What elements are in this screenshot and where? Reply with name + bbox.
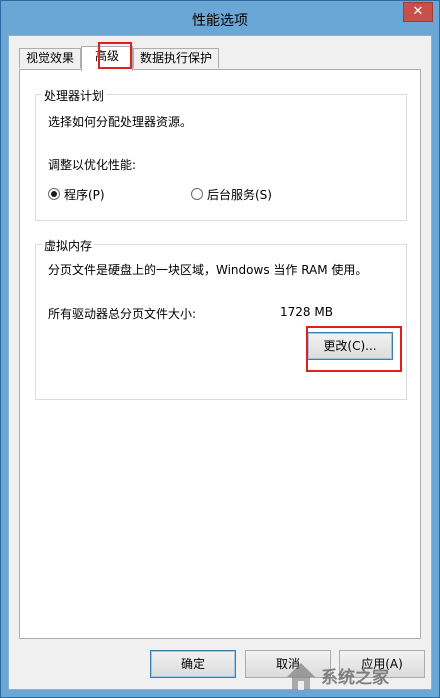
advanced-tab-panel: 处理器计划 选择如何分配处理器资源。 调整以优化性能: 程序(P) 后台服务(S… (19, 69, 421, 639)
tab-data-execution-prevention[interactable]: 数据执行保护 (133, 48, 219, 68)
tab-visual-effects[interactable]: 视觉效果 (19, 48, 81, 68)
tab-advanced[interactable]: 高级 (81, 46, 133, 71)
dialog-client-area: 视觉效果 高级 数据执行保护 处理器计划 选择如何分配处理器资源。 调整以优化性… (8, 35, 432, 690)
processor-description: 选择如何分配处理器资源。 (48, 115, 193, 129)
processor-scheduling-group: 处理器计划 选择如何分配处理器资源。 调整以优化性能: 程序(P) 后台服务(S… (35, 87, 407, 221)
adjust-performance-label: 调整以优化性能: (48, 158, 137, 172)
house-icon (287, 663, 315, 690)
paging-file-description: 分页文件是硬盘上的一块区域，Windows 当作 RAM 使用。 (48, 263, 368, 277)
change-virtual-memory-button[interactable]: 更改(C)... (307, 332, 393, 360)
virtual-memory-legend: 虚拟内存 (42, 237, 95, 254)
programs-radio-label[interactable]: 程序(P) (64, 186, 105, 203)
background-services-radio[interactable] (191, 188, 203, 200)
ok-button[interactable]: 确定 (150, 650, 236, 678)
virtual-memory-group: 虚拟内存 分页文件是硬盘上的一块区域，Windows 当作 RAM 使用。 所有… (35, 237, 407, 400)
total-paging-size-value: 1728 MB (280, 305, 333, 319)
total-paging-size-label: 所有驱动器总分页文件大小: (48, 307, 197, 321)
performance-options-window: 性能选项 ✕ 视觉效果 高级 数据执行保护 处理器计划 选择如何分配处理器资源。… (0, 0, 440, 698)
title-bar[interactable]: 性能选项 ✕ (1, 1, 439, 35)
watermark-logo: 系统之家 (287, 663, 389, 690)
programs-radio[interactable] (48, 188, 60, 200)
watermark-text: 系统之家 (321, 667, 389, 688)
window-title: 性能选项 (192, 13, 248, 29)
background-services-radio-label[interactable]: 后台服务(S) (207, 186, 272, 203)
close-button[interactable]: ✕ (403, 2, 433, 22)
processor-scheduling-legend: 处理器计划 (42, 87, 107, 104)
